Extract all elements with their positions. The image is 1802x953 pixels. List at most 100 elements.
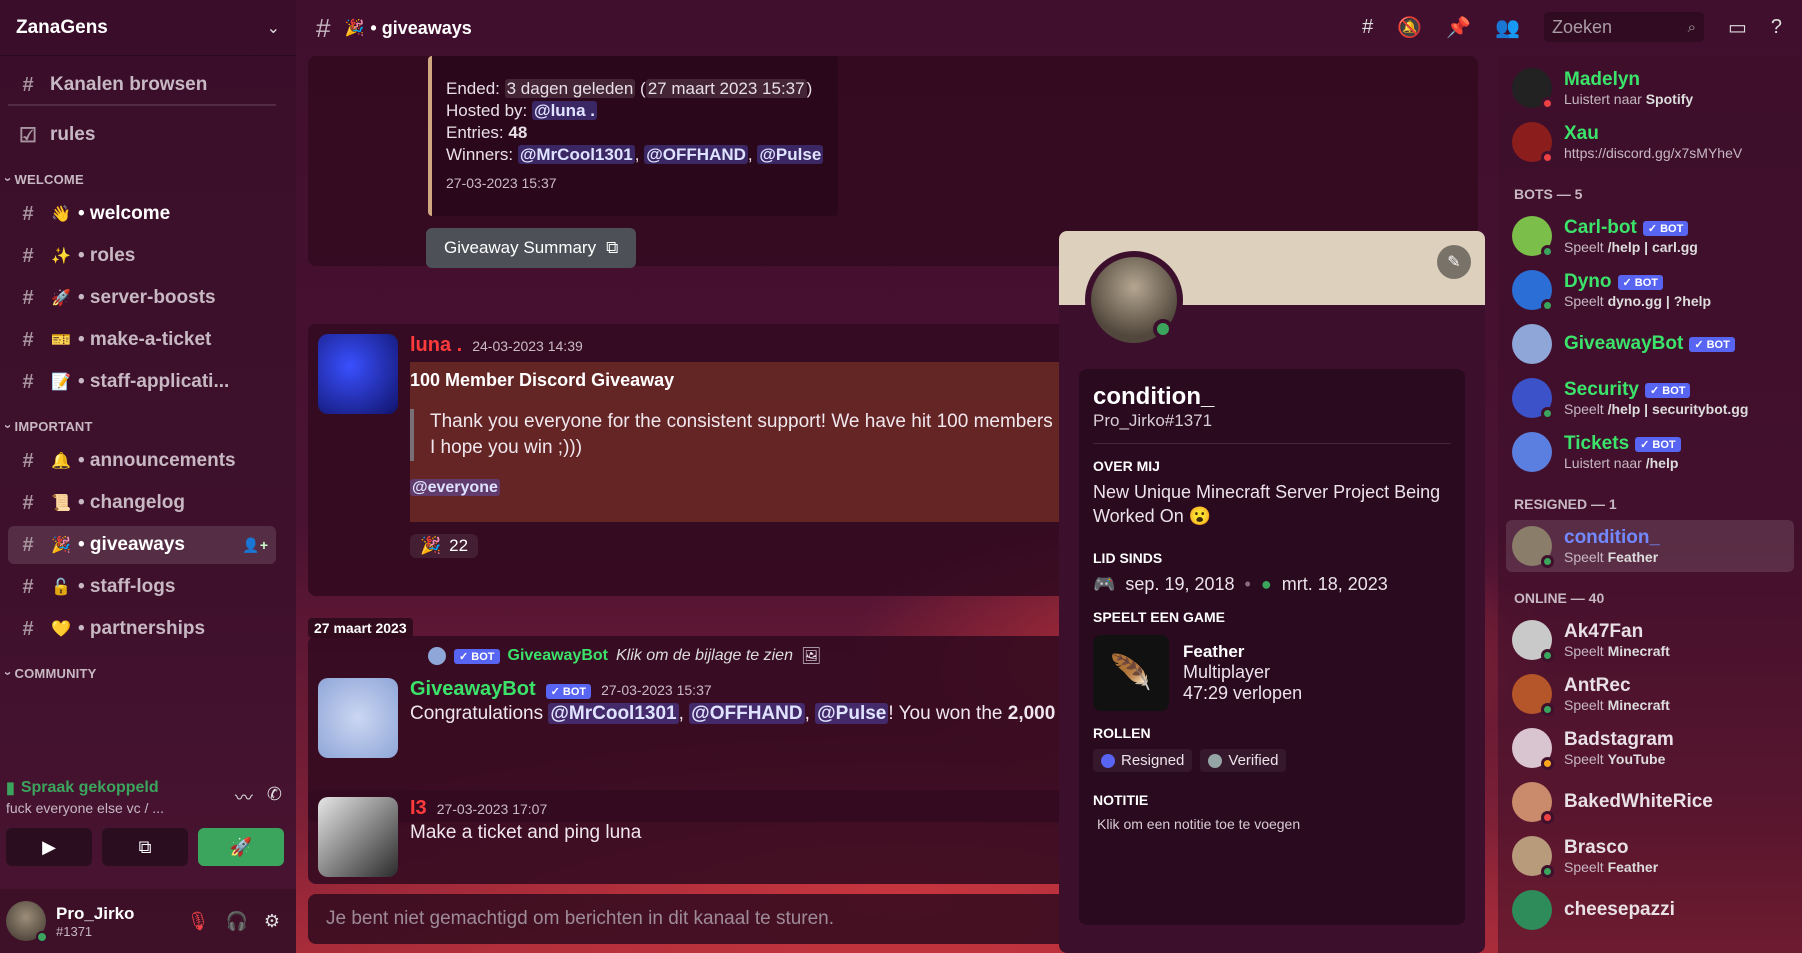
member-item[interactable]: Brasco Speelt Feather [1506,830,1794,882]
category-important[interactable]: IMPORTANT [0,405,284,438]
game-name: Feather [1183,642,1245,661]
channel-staff-applications[interactable]: # 📝 • staff-applicati... [8,363,276,401]
role-pill[interactable]: Verified [1200,749,1287,772]
member-group-bots: BOTS — 5 [1514,186,1583,202]
activity-name: /help [1645,455,1679,471]
host-mention[interactable]: @luna . [532,101,597,120]
inbox-icon[interactable]: ▭ [1728,15,1747,40]
chevron-down-icon[interactable]: ⌄ [267,18,280,38]
note-input[interactable]: Klik om een notitie toe te voegen [1093,816,1451,832]
giveaway-summary-button[interactable]: Giveaway Summary ⧉ [426,228,637,268]
threads-icon[interactable]: # [1362,16,1373,39]
member-name: Ak47Fan [1564,621,1644,642]
server-header[interactable]: ZanaGens ⌄ [0,0,296,56]
member-item[interactable]: AntRec Speelt Minecraft [1506,668,1794,720]
profile-tag[interactable]: Pro_Jirko#1371 [1093,411,1451,431]
member-group-resigned: RESIGNED — 1 [1514,496,1617,512]
winner-mention[interactable]: @MrCool1301 [548,703,679,724]
winner-mention[interactable]: @MrCool1301 [517,145,635,164]
member-item[interactable]: GiveawayBot ✓ BOT [1506,318,1794,370]
member-name: GiveawayBot [1564,333,1684,354]
member-item[interactable]: condition_ Speelt Feather [1506,520,1794,572]
reply-preview[interactable]: ✓ BOT GiveawayBot Klik om de bijlage te … [428,646,821,666]
user-avatar[interactable] [6,901,48,943]
channel-roles[interactable]: # ✨ • roles [8,237,276,275]
channel-rules[interactable]: ☑ rules [8,116,276,154]
message-row: I3 27-03-2023 17:07 Make a ticket and pi… [308,797,641,877]
reaction[interactable]: 🎉 22 [410,534,479,558]
member-item[interactable]: cheesepazzi [1506,884,1794,936]
search-input[interactable]: Zoeken ⌕ [1543,12,1704,42]
avatar [1512,122,1554,164]
member-item[interactable]: Badstagram Speelt YouTube [1506,722,1794,774]
channel-server-boosts[interactable]: # 🚀 • server-boosts [8,279,276,317]
message-header: GiveawayBot ✓ BOT 27-03-2023 15:37 [410,678,1086,701]
screen-share-button[interactable]: ⧉ [102,828,188,866]
member-item[interactable]: Carl-bot ✓ BOT Speelt /help | carl.gg [1506,210,1794,262]
channel-welcome[interactable]: # 👋 • welcome [8,195,276,233]
notification-mute-icon[interactable]: 🔕 [1397,15,1422,40]
category-community[interactable]: COMMUNITY [0,652,284,685]
edit-profile-button[interactable]: ✎ [1437,245,1471,279]
member-name: Dyno [1564,271,1612,292]
member-item[interactable]: Security ✓ BOT Speelt /help | securitybot… [1506,372,1794,424]
member-item[interactable]: Madelyn Luistert naar Spotify [1506,62,1794,114]
author-name[interactable]: GiveawayBot [410,678,536,701]
help-icon[interactable]: ? [1771,16,1782,39]
channel-giveaways[interactable]: # 🎉 • giveaways 👤+ [8,526,276,564]
activity-button[interactable]: 🚀 [198,828,284,866]
winner-mention[interactable]: @OFFHAND [644,145,748,164]
browse-channels[interactable]: # Kanalen browsen [8,68,276,106]
video-button[interactable]: ▶ [6,828,92,866]
member-info: Ak47Fan Speelt Minecraft [1564,621,1670,659]
channel-label: • announcements [78,450,236,471]
search-icon: ⌕ [1687,18,1696,36]
hosted-line: Hosted by: @luna . [446,100,824,122]
member-item[interactable]: BakedWhiteRice [1506,776,1794,828]
author-name[interactable]: luna . [410,334,462,357]
member-since-row: 🎮 sep. 19, 2018 • ● mrt. 18, 2023 [1093,574,1451,595]
ended-relative[interactable]: 3 dagen geleden [504,79,636,98]
channel-partnerships[interactable]: # 💛 • partnerships [8,610,276,648]
everyone-mention[interactable]: @everyone [410,479,500,496]
channel-label: • server-boosts [78,287,216,308]
activity-name: YouTube [1607,751,1666,767]
avatar[interactable] [318,334,398,414]
channel-staff-logs[interactable]: # 🔓 • staff-logs [8,568,276,606]
bot-avatar-small [428,647,446,665]
winner-mention[interactable]: @Pulse [757,145,824,164]
headphones-icon[interactable]: 🎧 [225,911,247,932]
member-name: cheesepazzi [1564,899,1675,920]
discord-logo-icon: 🎮 [1093,574,1116,594]
gear-icon[interactable]: ⚙ [264,911,280,932]
member-item[interactable]: Dyno ✓ BOT Speelt dyno.gg | ?help [1506,264,1794,316]
ended-line: Ended: 3 dagen geleden (27 maart 2023 15… [446,79,813,98]
channel-changelog[interactable]: # 📜 • changelog [8,484,276,522]
add-member-icon[interactable]: 👤+ [242,537,268,554]
author-name[interactable]: I3 [410,797,427,820]
avatar[interactable] [318,797,398,877]
member-list-icon[interactable]: 👥 [1495,15,1520,40]
noise-suppression-icon[interactable]: 〰 [235,784,253,810]
disconnect-icon[interactable]: ✆ [267,784,282,810]
member-item[interactable]: Xau https://discord.gg/x7sMYheV [1506,116,1794,168]
hash-icon: # [22,617,34,640]
pin-icon[interactable]: 📌 [1446,15,1471,40]
member-name: Carl-bot [1564,217,1637,238]
member-name: Madelyn [1564,69,1641,90]
user-info[interactable]: Pro_Jirko #1371 [56,904,134,939]
image-icon: 🖼 [800,648,822,665]
member-item[interactable]: Tickets ✓ BOT Luistert naar /help [1506,426,1794,478]
mute-mic-icon[interactable]: 🎙 [187,911,210,932]
avatar[interactable] [318,678,398,758]
winner-mention[interactable]: @OFFHAND [689,703,805,724]
category-welcome[interactable]: WELCOME [0,158,284,191]
member-item[interactable]: Ak47Fan Speelt Minecraft [1506,614,1794,666]
channel-make-a-ticket[interactable]: # 🎫 • make-a-ticket [8,321,276,359]
profile-avatar[interactable] [1085,251,1183,349]
profile-display-name: condition_ [1093,383,1215,410]
channel-announcements[interactable]: # 🔔 • announcements [8,442,276,480]
winner-mention[interactable]: @Pulse [815,703,889,724]
bot-badge: ✓ BOT [1617,274,1663,290]
role-pill[interactable]: Resigned [1093,749,1193,772]
